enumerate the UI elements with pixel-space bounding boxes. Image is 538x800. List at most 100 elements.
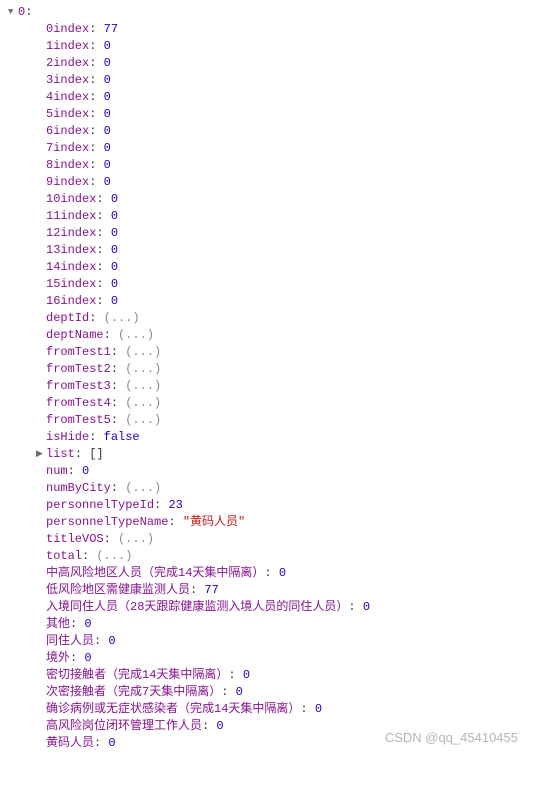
object-property[interactable]: deptId: (...): [8, 310, 530, 327]
object-property[interactable]: 确诊病例或无症状感染者（完成14天集中隔离）: 0: [8, 701, 530, 718]
property-key: 确诊病例或无症状感染者（完成14天集中隔离）: [46, 702, 300, 716]
object-property[interactable]: 其他: 0: [8, 616, 530, 633]
object-property[interactable]: 中高风险地区人员（完成14天集中隔离）: 0: [8, 565, 530, 582]
property-key: 9index: [46, 175, 89, 189]
property-key: personnelTypeId: [46, 498, 154, 512]
object-property[interactable]: isHide: false: [8, 429, 530, 446]
object-property[interactable]: total: (...): [8, 548, 530, 565]
object-property[interactable]: 9index: 0: [8, 174, 530, 191]
object-property[interactable]: 4index: 0: [8, 89, 530, 106]
object-property[interactable]: personnelTypeId: 23: [8, 497, 530, 514]
expand-arrow-icon[interactable]: ▶: [36, 446, 46, 462]
object-property[interactable]: fromTest3: (...): [8, 378, 530, 395]
value-collapsed[interactable]: (...): [96, 549, 132, 563]
value-string: "黄码人员": [183, 515, 245, 529]
object-property[interactable]: ▶list: []: [8, 446, 530, 463]
object-property[interactable]: 6index: 0: [8, 123, 530, 140]
property-key: 6index: [46, 124, 89, 138]
value-number: 0: [279, 566, 286, 580]
object-property[interactable]: 密切接触者（完成14天集中隔离）: 0: [8, 667, 530, 684]
value-collapsed[interactable]: (...): [125, 362, 161, 376]
expand-arrow-icon[interactable]: ▼: [8, 4, 18, 20]
value-number: 0: [108, 634, 115, 648]
value-number: 0: [111, 277, 118, 291]
value-number: 77: [204, 583, 218, 597]
object-property[interactable]: 13index: 0: [8, 242, 530, 259]
value-number: 23: [168, 498, 182, 512]
object-property[interactable]: fromTest5: (...): [8, 412, 530, 429]
value-number: 0: [111, 226, 118, 240]
value-number: 0: [104, 158, 111, 172]
property-key: 13index: [46, 243, 96, 257]
property-key: 4index: [46, 90, 89, 104]
property-key: numByCity: [46, 481, 111, 495]
value-collapsed[interactable]: (...): [125, 413, 161, 427]
property-key: isHide: [46, 430, 89, 444]
object-property[interactable]: 8index: 0: [8, 157, 530, 174]
object-property[interactable]: 12index: 0: [8, 225, 530, 242]
property-key: 16index: [46, 294, 96, 308]
object-property[interactable]: 15index: 0: [8, 276, 530, 293]
object-property[interactable]: titleVOS: (...): [8, 531, 530, 548]
value-collapsed[interactable]: (...): [125, 379, 161, 393]
value-number: 0: [111, 209, 118, 223]
property-key: 入境同住人员（28天跟踪健康监测入境人员的同住人员）: [46, 600, 348, 614]
property-key: total: [46, 549, 82, 563]
property-key: 密切接触者（完成14天集中隔离）: [46, 668, 228, 682]
value-number: 0: [84, 651, 91, 665]
value-number: 0: [104, 124, 111, 138]
property-key: 次密接触者（完成7天集中隔离）: [46, 685, 221, 699]
property-key: 境外: [46, 651, 70, 665]
object-property[interactable]: deptName: (...): [8, 327, 530, 344]
object-property[interactable]: fromTest4: (...): [8, 395, 530, 412]
value-collapsed[interactable]: (...): [125, 396, 161, 410]
property-key: 12index: [46, 226, 96, 240]
value-collapsed[interactable]: (...): [118, 532, 154, 546]
object-property[interactable]: 11index: 0: [8, 208, 530, 225]
object-property[interactable]: num: 0: [8, 463, 530, 480]
object-property[interactable]: 5index: 0: [8, 106, 530, 123]
property-key: list: [46, 447, 75, 461]
value-collapsed[interactable]: (...): [125, 481, 161, 495]
value-number: 0: [111, 294, 118, 308]
property-key: 0index: [46, 22, 89, 36]
value-number: 0: [104, 107, 111, 121]
object-property[interactable]: 黄码人员: 0: [8, 735, 530, 752]
value-number: 0: [216, 719, 223, 733]
object-property[interactable]: 14index: 0: [8, 259, 530, 276]
property-key: num: [46, 464, 68, 478]
value-number: 0: [104, 90, 111, 104]
object-property[interactable]: 7index: 0: [8, 140, 530, 157]
object-property[interactable]: 10index: 0: [8, 191, 530, 208]
property-key: titleVOS: [46, 532, 104, 546]
property-key: 1index: [46, 39, 89, 53]
value-collapsed[interactable]: (...): [104, 311, 140, 325]
object-property[interactable]: 1index: 0: [8, 38, 530, 55]
property-key: 7index: [46, 141, 89, 155]
object-property[interactable]: 16index: 0: [8, 293, 530, 310]
tree-root[interactable]: ▼0:: [8, 4, 530, 21]
object-property[interactable]: 高风险岗位闭环管理工作人员: 0: [8, 718, 530, 735]
property-key: 15index: [46, 277, 96, 291]
object-property[interactable]: 入境同住人员（28天跟踪健康监测入境人员的同住人员）: 0: [8, 599, 530, 616]
object-property[interactable]: fromTest2: (...): [8, 361, 530, 378]
property-key: 2index: [46, 56, 89, 70]
value-collapsed[interactable]: (...): [125, 345, 161, 359]
object-property[interactable]: 同住人员: 0: [8, 633, 530, 650]
object-property[interactable]: 境外: 0: [8, 650, 530, 667]
value-number: 0: [82, 464, 89, 478]
value-collapsed[interactable]: (...): [118, 328, 154, 342]
property-key: 其他: [46, 617, 70, 631]
object-property[interactable]: 次密接触者（完成7天集中隔离）: 0: [8, 684, 530, 701]
property-key: 3index: [46, 73, 89, 87]
object-property[interactable]: 低风险地区需健康监测人员: 77: [8, 582, 530, 599]
object-property[interactable]: personnelTypeName: "黄码人员": [8, 514, 530, 531]
object-property[interactable]: 0index: 77: [8, 21, 530, 38]
property-key: 同住人员: [46, 634, 94, 648]
object-property[interactable]: 2index: 0: [8, 55, 530, 72]
value-number: 0: [104, 141, 111, 155]
object-property[interactable]: 3index: 0: [8, 72, 530, 89]
object-property[interactable]: numByCity: (...): [8, 480, 530, 497]
object-property[interactable]: fromTest1: (...): [8, 344, 530, 361]
value-number: 0: [108, 736, 115, 750]
